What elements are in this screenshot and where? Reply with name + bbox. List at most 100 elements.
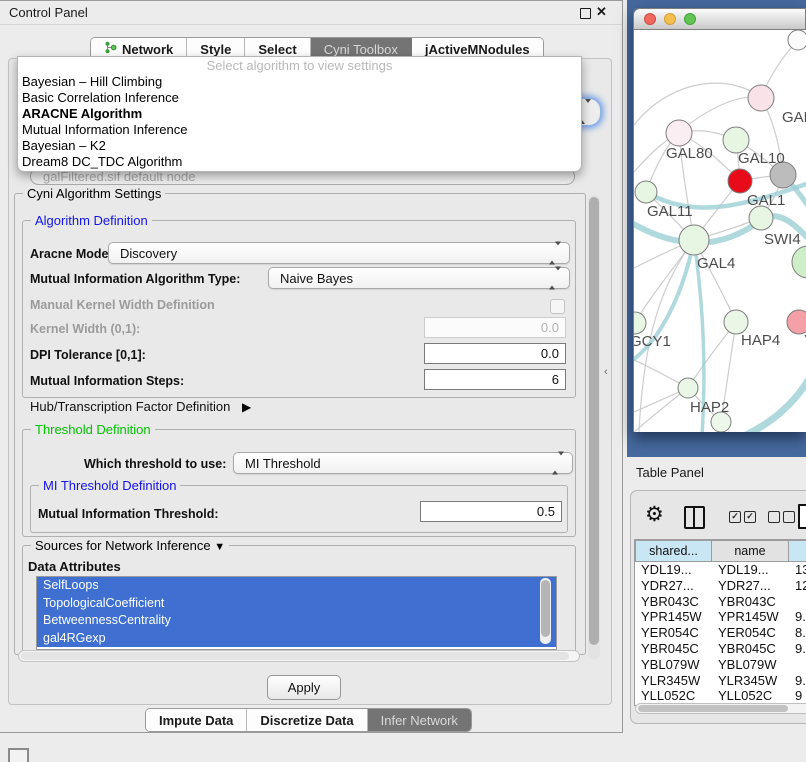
tab-impute-data[interactable]: Impute Data	[146, 709, 247, 731]
network-node-gal80[interactable]	[666, 120, 692, 146]
columns-layout-icon[interactable]	[684, 506, 705, 529]
close-icon[interactable]: ✕	[596, 4, 607, 20]
attribute-item[interactable]: BetweennessCentrality	[37, 612, 556, 630]
which-threshold-select[interactable]: MI Threshold	[233, 452, 573, 474]
close-window-button[interactable]	[644, 13, 656, 25]
table-row[interactable]: YBR045CYBR045C9.	[635, 641, 806, 657]
table-cell[interactable]: YLR345W	[635, 673, 712, 689]
mi-threshold-label: Mutual Information Threshold:	[38, 507, 219, 521]
hub-definition-expander[interactable]: Hub/Transcription Factor Definition ▶	[30, 399, 251, 414]
table-cell[interactable]: YLR345W	[712, 673, 789, 689]
table-row[interactable]: YLR345WYLR345W9.	[635, 673, 806, 689]
network-node[interactable]	[788, 30, 806, 50]
aracne-mode-select[interactable]: Discovery	[108, 242, 570, 264]
table-row[interactable]: YPR145WYPR145W9.	[635, 609, 806, 625]
minimize-window-button[interactable]	[664, 13, 676, 25]
network-node-gal7[interactable]	[748, 85, 774, 111]
panel-collapse-handle[interactable]: ‹	[604, 366, 608, 378]
table-cell[interactable]: YLL052C	[712, 688, 789, 704]
table-cell[interactable]: 12	[789, 578, 806, 594]
table-cell[interactable]	[789, 657, 806, 673]
column-header-a[interactable]: A	[789, 540, 806, 562]
table-cell[interactable]: 9.	[789, 673, 806, 689]
kernel-width-field[interactable]: 0.0	[424, 317, 566, 338]
attribute-item[interactable]: SelfLoops	[37, 577, 556, 595]
node-table: shared...nameA YDL19...YDL19...13YDR27..…	[634, 539, 806, 706]
network-node-gal1[interactable]	[728, 169, 752, 193]
network-node-hap2[interactable]	[678, 378, 698, 398]
network-node-swi4[interactable]	[749, 206, 773, 230]
table-cell[interactable]: 9.	[789, 609, 806, 625]
attributes-scrollbar[interactable]	[540, 578, 551, 644]
table-row[interactable]: YBR043CYBR043C	[635, 594, 806, 610]
table-cell[interactable]: YBR043C	[712, 594, 789, 610]
sources-title[interactable]: Sources for Network Inference ▼	[31, 538, 229, 553]
table-cell[interactable]: YBL079W	[712, 657, 789, 673]
data-attributes-list[interactable]: SelfLoopsTopologicalCoefficientBetweenne…	[36, 576, 557, 650]
table-cell[interactable]: YPR145W	[712, 609, 789, 625]
table-row[interactable]: YER054CYER054C8.	[635, 625, 806, 641]
network-canvas[interactable]: GAL7GAL80GAL10GAL1GAL11SWI4GAL4GCY1HAP4Y…	[633, 30, 806, 432]
table-cell[interactable]: YPR145W	[635, 609, 712, 625]
table-row[interactable]: YLL052CYLL052C9	[635, 688, 806, 704]
column-header-shared[interactable]: shared...	[635, 540, 712, 562]
dpi-tolerance-field[interactable]: 0.0	[424, 343, 566, 364]
algorithm-option-dream8-dc-tdc-algorithm[interactable]: Dream8 DC_TDC Algorithm	[18, 154, 581, 170]
network-node-y[interactable]	[787, 310, 806, 334]
manual-kernel-checkbox[interactable]	[550, 299, 565, 314]
table-cell[interactable]: 13	[789, 562, 806, 578]
table-cell[interactable]: YBR045C	[712, 641, 789, 657]
gear-icon[interactable]: ⚙	[645, 502, 664, 527]
table-cell[interactable]: 9.	[789, 641, 806, 657]
network-node-gcy1[interactable]	[634, 312, 646, 334]
algorithm-option-bayesian-k2[interactable]: Bayesian – K2	[18, 138, 581, 154]
algorithm-option-aracne-algorithm[interactable]: ARACNE Algorithm	[18, 106, 581, 122]
network-node-hap4[interactable]	[724, 310, 748, 334]
algorithm-option-bayesian-hill-climbing[interactable]: Bayesian – Hill Climbing	[18, 74, 581, 90]
deselect-all-checkboxes-icon[interactable]	[768, 511, 780, 523]
minimized-panel-icon[interactable]	[8, 748, 29, 762]
table-cell[interactable]	[789, 594, 806, 610]
attribute-item[interactable]: gal4RGexp	[37, 630, 556, 648]
table-row[interactable]: YDR27...YDR27...12	[635, 578, 806, 594]
table-cell[interactable]: 8.	[789, 625, 806, 641]
attribute-item[interactable]: TopologicalCoefficient	[37, 595, 556, 613]
table-cell[interactable]: YDR27...	[712, 578, 789, 594]
table-cell[interactable]: YER054C	[712, 625, 789, 641]
table-cell[interactable]: YBR043C	[635, 594, 712, 610]
settings-horizontal-scrollbar[interactable]	[18, 650, 580, 662]
table-cell[interactable]: YDL19...	[712, 562, 789, 578]
table-cell[interactable]: YDL19...	[635, 562, 712, 578]
table-cell[interactable]: YBL079W	[635, 657, 712, 673]
column-header-name[interactable]: name	[712, 540, 789, 562]
table-cell[interactable]: YLL052C	[635, 688, 712, 704]
algorithm-option-basic-correlation-inference[interactable]: Basic Correlation Inference	[18, 90, 581, 106]
table-row[interactable]: YBL079WYBL079W	[635, 657, 806, 673]
select-all-checkboxes-icon[interactable]: ✓	[744, 511, 756, 523]
zoom-window-button[interactable]	[684, 13, 696, 25]
file-icon[interactable]	[798, 504, 806, 529]
algorithm-option-mutual-information-inference[interactable]: Mutual Information Inference	[18, 122, 581, 138]
network-node-gal11[interactable]	[635, 181, 657, 203]
table-cell[interactable]: YER054C	[635, 625, 712, 641]
table-cell[interactable]: YBR045C	[635, 641, 712, 657]
select-all-checkboxes-icon[interactable]: ✓	[729, 511, 741, 523]
aracne-mode-label: Aracne Mode:	[30, 247, 113, 261]
float-panel-icon[interactable]	[580, 8, 591, 19]
table-cell[interactable]: YDR27...	[635, 578, 712, 594]
network-node-gal4[interactable]	[679, 225, 709, 255]
kernel-width-label: Kernel Width (0,1):	[30, 322, 140, 336]
table-horizontal-scrollbar[interactable]	[635, 703, 806, 714]
table-row[interactable]: YDL19...YDL19...13	[635, 562, 806, 578]
tab-infer-network[interactable]: Infer Network	[368, 709, 471, 731]
deselect-all-checkboxes-icon[interactable]	[783, 511, 795, 523]
table-cell[interactable]: 9	[789, 688, 806, 704]
network-edge-wide[interactable]	[744, 374, 806, 432]
network-node[interactable]	[792, 246, 806, 278]
tab-discretize-data[interactable]: Discretize Data	[247, 709, 367, 731]
mi-steps-field[interactable]: 6	[424, 369, 566, 390]
mi-threshold-field[interactable]: 0.5	[420, 501, 562, 522]
settings-vertical-scrollbar[interactable]	[588, 195, 600, 659]
apply-button[interactable]: Apply	[267, 675, 341, 700]
mi-type-select[interactable]: Naive Bayes	[268, 267, 570, 289]
